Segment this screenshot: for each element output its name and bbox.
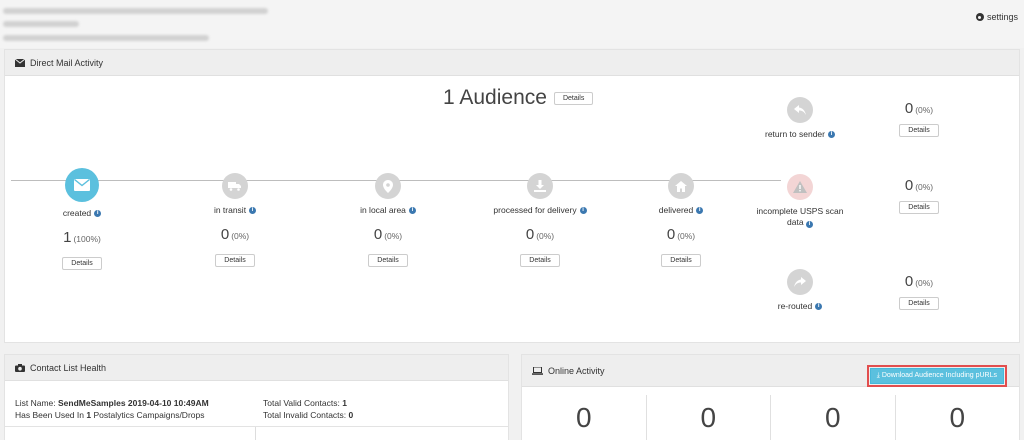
stage-incomplete-usps-scan: incomplete USPS scan data i [730,174,870,228]
audience-details-button[interactable]: Details [553,91,594,105]
stage-return-to-sender: return to sender i [730,97,870,140]
direct-mail-activity-panel: Direct Mail Activity 1 Audience Details … [4,49,1020,343]
audience-summary: 1 Audience Details [443,86,594,110]
envelope-icon [65,168,99,202]
divider [5,426,508,427]
online-stat: 0 [949,402,966,433]
divider [255,427,256,440]
home-icon [668,173,694,199]
contact-totals: Total Valid Contacts: 1 Total Invalid Co… [263,397,353,421]
info-icon[interactable]: i [828,131,835,138]
return-to-sender-stats: 0 (0%) Details [879,100,959,137]
blurred-activity-dates [3,35,209,41]
panel-title: Online Activity [548,365,605,376]
stage-count: 0 (0%) [525,226,555,243]
return-to-sender-details-button[interactable]: Details [899,124,939,137]
stage-label: re-routed i [730,301,870,312]
info-icon[interactable]: i [408,207,416,214]
re-routed-stats: 0 (0%) Details [879,273,959,310]
truck-icon [222,173,248,199]
stage-re-routed: re-routed i [730,269,870,312]
invalid-contacts-row: Total Invalid Contacts: 0 [263,410,354,420]
download-button-inner: ⤓ Download Audience Including pURLs [869,368,1004,384]
warning-icon [787,174,813,200]
info-icon[interactable]: i [249,207,257,214]
share-arrow-icon [787,269,813,295]
stage-count: 1 (100%) [63,229,101,246]
stage-count: 0 (0%) [904,177,934,194]
blurred-postage-type [3,21,79,27]
direct-mail-panel-header: Direct Mail Activity [5,50,1019,76]
panel-title: Contact List Health [30,362,107,373]
download-tray-icon [527,173,553,199]
online-stat: 0 [771,395,896,440]
stage-processed-for-delivery: processed for delivery i 0 (0%) Details [470,173,610,267]
stage-label: return to sender i [730,129,870,140]
panel-title: Direct Mail Activity [30,57,104,68]
online-stat: 0 [647,395,771,440]
audience-count: 1 Audience [443,86,547,109]
info-icon[interactable]: i [579,207,587,214]
re-routed-details-button[interactable]: Details [899,297,939,310]
stage-created: created i 1 (100%) Details [12,168,152,270]
online-activity-panel: Online Activity ⤓ Download Audience Incl… [521,354,1020,440]
incomplete-usps-stats: 0 (0%) Details [879,177,959,214]
stage-label: in transit i [165,205,305,216]
gear-icon [975,13,984,21]
stage-in-transit: in transit i 0 (0%) Details [165,173,305,267]
campaign-header: settings [0,0,1024,48]
online-stat: 0 [522,395,647,440]
settings-label: settings [986,12,1018,22]
list-info: List Name: SendMeSamples 2019-04-10 10:4… [15,397,263,421]
stage-count: 0 (0%) [220,226,250,243]
processed-details-button[interactable]: Details [520,254,560,267]
stage-label: incomplete USPS scan data i [756,206,844,228]
info-icon[interactable]: i [94,210,102,217]
stage-label: in local area i [318,205,458,216]
download-audience-button[interactable]: ⤓ Download Audience Including pURLs [866,365,1007,387]
used-in-row: Has Been Used In 1 Postalytics Campaigns… [15,410,205,420]
contact-list-body: List Name: SendMeSamples 2019-04-10 10:4… [5,381,508,437]
stage-count: 0 (0%) [904,273,934,290]
incomplete-usps-details-button[interactable]: Details [899,201,939,214]
download-icon: ⤓ [876,372,880,379]
delivered-details-button[interactable]: Details [661,254,701,267]
reply-arrow-icon [787,97,813,123]
contact-list-health-panel: Contact List Health List Name: SendMeSam… [4,354,509,440]
stage-in-local-area: in local area i 0 (0%) Details [318,173,458,267]
settings-link[interactable]: settings [975,12,1018,22]
laptop-icon [532,366,543,375]
info-icon[interactable]: i [815,303,823,310]
blurred-campaign-title [3,8,268,14]
created-details-button[interactable]: Details [62,257,102,270]
in-transit-details-button[interactable]: Details [215,254,255,267]
stage-count: 0 (0%) [666,226,696,243]
envelope-icon [15,58,25,67]
info-icon[interactable]: i [696,207,704,214]
stage-count: 0 (0%) [904,100,934,117]
stage-label: created i [12,208,152,219]
stage-count: 0 (0%) [373,226,403,243]
map-marker-icon [375,173,401,199]
info-icon[interactable]: i [805,221,813,228]
contact-list-panel-header: Contact List Health [5,355,508,381]
in-local-area-details-button[interactable]: Details [368,254,408,267]
camera-icon [15,363,25,372]
online-activity-stats: 0 0 0 0 [522,395,1019,440]
stage-label: processed for delivery i [470,205,610,216]
list-name-row: List Name: SendMeSamples 2019-04-10 10:4… [15,398,209,408]
valid-contacts-row: Total Valid Contacts: 1 [263,398,347,408]
